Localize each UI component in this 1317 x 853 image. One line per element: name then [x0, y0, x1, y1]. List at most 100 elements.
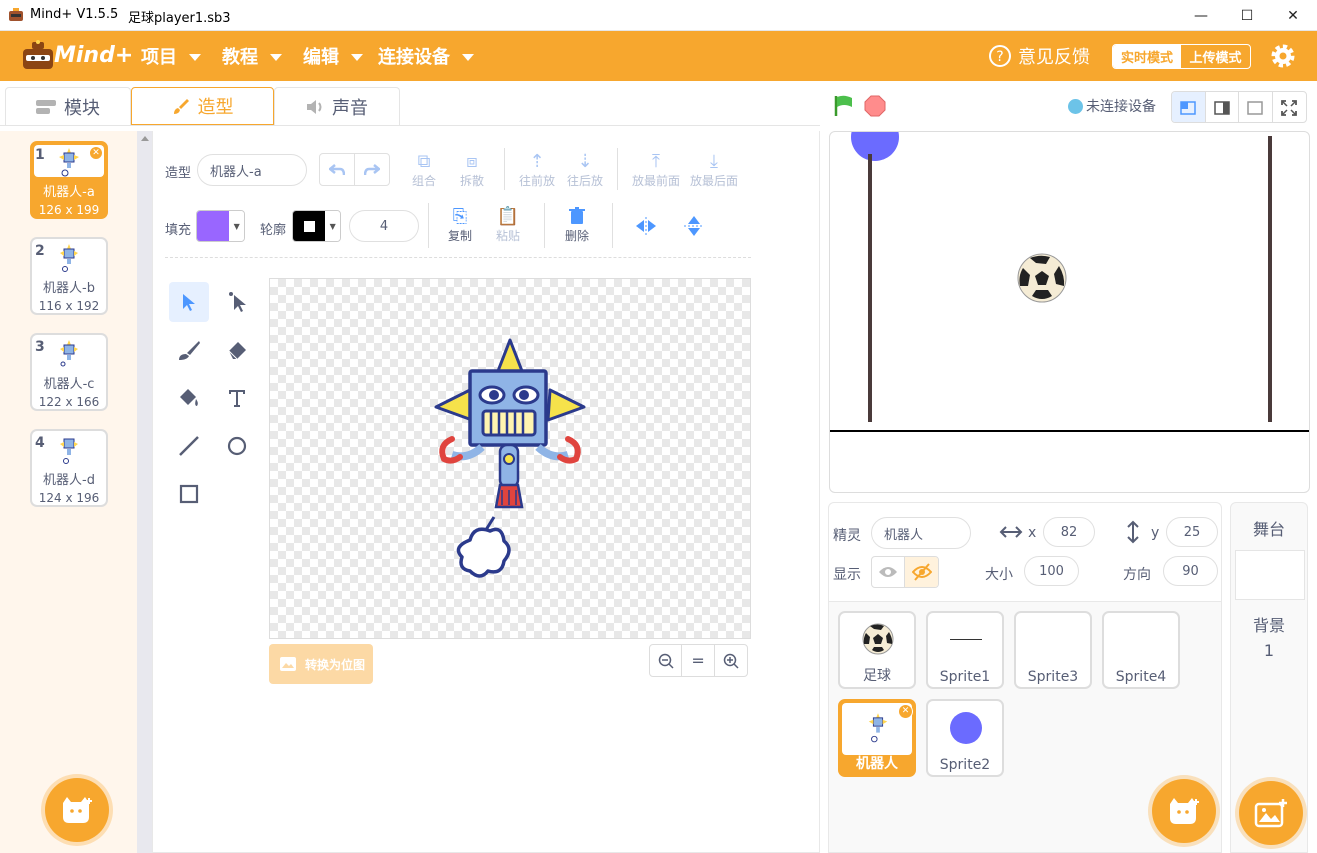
- add-backdrop-icon: [1254, 799, 1287, 828]
- sprite-tile[interactable]: Sprite1: [926, 611, 1004, 689]
- group-icon: ⧉: [417, 150, 431, 172]
- chevron-down-icon: [462, 53, 474, 61]
- mindplus-logo[interactable]: Mind+: [20, 39, 133, 73]
- line-tool[interactable]: [169, 426, 209, 466]
- eraser-tool[interactable]: [217, 330, 257, 370]
- close-button[interactable]: ✕: [1270, 0, 1316, 31]
- stop-icon[interactable]: [863, 94, 887, 118]
- flip-horizontal-icon[interactable]: [635, 216, 657, 236]
- toolbar-separator: [165, 257, 751, 258]
- x-input[interactable]: 82: [1043, 517, 1095, 547]
- gear-icon[interactable]: [1269, 42, 1297, 70]
- reshape-tool[interactable]: [217, 282, 257, 322]
- blue-circle-icon: [950, 712, 982, 744]
- flip-vertical-icon[interactable]: [683, 215, 705, 237]
- fullscreen-button[interactable]: [1273, 92, 1306, 122]
- outline-width-input[interactable]: 4: [349, 210, 419, 242]
- menu-tutorial[interactable]: 教程: [222, 43, 282, 69]
- green-flag-icon[interactable]: [832, 94, 856, 118]
- back-button[interactable]: ⤓ 放最后面: [686, 150, 742, 189]
- add-backdrop-button[interactable]: [1239, 781, 1303, 845]
- large-stage-button[interactable]: [1239, 92, 1273, 122]
- minimize-button[interactable]: —: [1178, 0, 1224, 31]
- small-stage-button[interactable]: [1172, 92, 1206, 122]
- upload-mode-button[interactable]: 上传模式: [1181, 45, 1250, 68]
- sprite-tile[interactable]: ✕ 机器人: [838, 699, 916, 777]
- redo-icon: [363, 163, 380, 175]
- fill-color-picker[interactable]: ▼: [196, 210, 245, 242]
- delete-costume-icon[interactable]: ✕: [89, 146, 103, 160]
- fill-tool[interactable]: [169, 378, 209, 418]
- costume-item[interactable]: 2 机器人-b 116 x 192: [30, 237, 108, 315]
- copy-button[interactable]: ⎘ 复制: [436, 205, 484, 244]
- paintbrush-icon: [173, 99, 189, 114]
- tab-costumes[interactable]: 造型: [131, 87, 274, 125]
- front-button[interactable]: ⤒ 放最前面: [626, 150, 686, 189]
- costume-item[interactable]: 1 ✕ 机器人-a 126 x 199: [30, 141, 108, 219]
- menu-connect-device[interactable]: 连接设备: [378, 43, 474, 69]
- mode-switch: 实时模式 上传模式: [1112, 44, 1251, 69]
- feedback-button[interactable]: ? 意见反馈: [988, 43, 1090, 69]
- sprite-tile[interactable]: Sprite2: [926, 699, 1004, 777]
- right-post: [1268, 136, 1272, 422]
- forward-button[interactable]: ⇡ 往前放: [513, 150, 561, 189]
- y-input[interactable]: 25: [1166, 517, 1218, 547]
- costume-number: 1: [35, 147, 45, 163]
- backward-icon: ⇣: [577, 150, 593, 172]
- zoom-reset-button[interactable]: =: [682, 645, 715, 676]
- scroll-up-icon[interactable]: [141, 136, 149, 141]
- delete-sprite-icon[interactable]: ✕: [898, 704, 913, 719]
- select-tool[interactable]: [169, 282, 209, 322]
- rectangle-tool[interactable]: [169, 474, 209, 514]
- show-button[interactable]: [872, 557, 906, 587]
- back-icon: ⤓: [710, 150, 718, 172]
- tab-sounds[interactable]: 声音: [274, 87, 400, 125]
- connection-dot-icon: [1068, 98, 1083, 114]
- tab-blocks[interactable]: 模块: [5, 87, 131, 125]
- realtime-mode-button[interactable]: 实时模式: [1113, 45, 1181, 68]
- redo-button[interactable]: [355, 154, 390, 185]
- stage-canvas[interactable]: [829, 131, 1310, 493]
- convert-to-bitmap-button[interactable]: 转换为位图: [269, 644, 373, 684]
- paint-canvas[interactable]: [269, 278, 751, 639]
- copy-label: 复制: [447, 229, 472, 243]
- group-button[interactable]: ⧉ 组合: [400, 150, 448, 189]
- sprite-tile[interactable]: Sprite3: [1014, 611, 1092, 689]
- size-label: 大小: [985, 567, 1013, 583]
- normal-stage-button[interactable]: [1206, 92, 1239, 122]
- text-tool[interactable]: [217, 378, 257, 418]
- menu-project[interactable]: 项目: [141, 43, 201, 69]
- outline-color-picker[interactable]: ▼: [292, 210, 341, 242]
- fill-swatch: [197, 211, 230, 241]
- costume-item[interactable]: 3 机器人-c 122 x 166: [30, 333, 108, 411]
- backward-button[interactable]: ⇣ 往后放: [561, 150, 609, 189]
- costume-size: 126 x 199: [38, 203, 100, 217]
- stage-panel[interactable]: 舞台 背景 1: [1230, 502, 1308, 853]
- paint-bucket-icon: [180, 389, 198, 406]
- sprite-name-input[interactable]: 机器人: [871, 517, 971, 549]
- zoom-out-button[interactable]: [650, 645, 683, 676]
- undo-button[interactable]: [320, 154, 355, 185]
- delete-button[interactable]: 删除: [553, 205, 601, 244]
- paste-button[interactable]: 📋 粘贴: [484, 205, 532, 244]
- costume-name-input[interactable]: 机器人-a: [197, 154, 307, 186]
- trash-icon: [553, 205, 601, 227]
- menu-edit[interactable]: 编辑: [303, 43, 363, 69]
- brush-tool[interactable]: [169, 330, 209, 370]
- costume-list-scrollbar[interactable]: [137, 131, 152, 853]
- costume-item[interactable]: 4 机器人-d 124 x 196: [30, 429, 108, 507]
- ungroup-label: 拆散: [459, 174, 484, 188]
- costume-size: 124 x 196: [38, 491, 100, 505]
- zoom-in-button[interactable]: [715, 645, 747, 676]
- sprite-tile[interactable]: 足球: [838, 611, 916, 689]
- hide-button[interactable]: [905, 557, 938, 587]
- circle-tool[interactable]: [217, 426, 257, 466]
- direction-input[interactable]: 90: [1163, 556, 1218, 586]
- size-input[interactable]: 100: [1024, 556, 1079, 586]
- outline-label: 轮廓: [260, 223, 287, 238]
- sprite-tile[interactable]: Sprite4: [1102, 611, 1180, 689]
- ungroup-button[interactable]: ⧈ 拆散: [448, 150, 496, 189]
- add-sprite-button[interactable]: [1152, 779, 1216, 843]
- add-costume-button[interactable]: [45, 778, 109, 842]
- maximize-button[interactable]: ☐: [1224, 0, 1270, 31]
